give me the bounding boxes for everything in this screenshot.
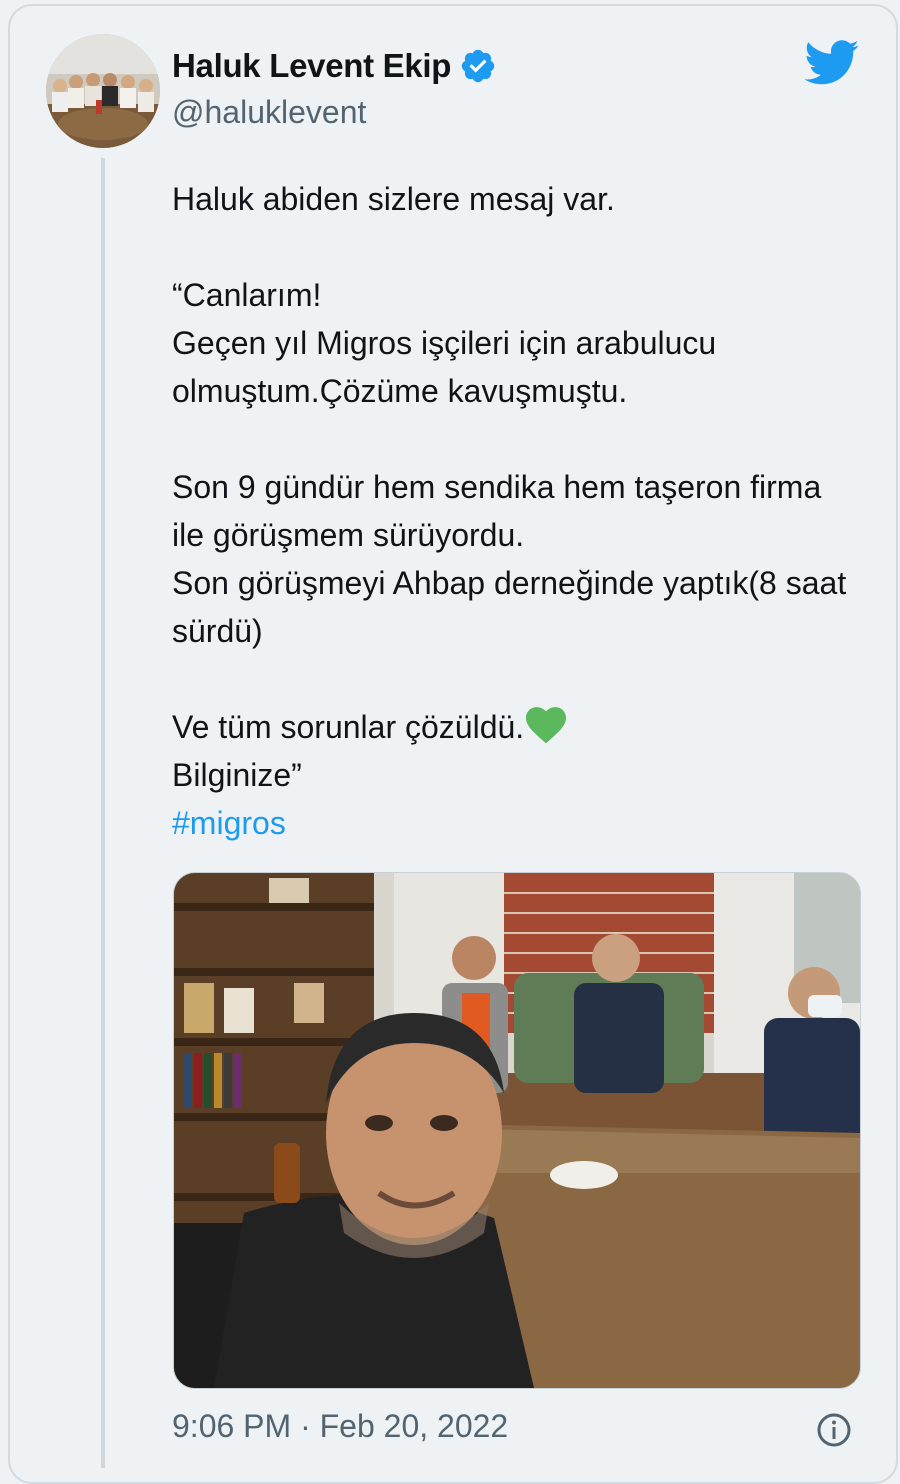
verified-badge-icon <box>461 49 495 83</box>
tweet-timestamp[interactable]: 9:06 PM · Feb 20, 2022 <box>172 1408 508 1445</box>
info-icon[interactable] <box>816 1412 852 1448</box>
photo-illustration <box>174 873 860 1388</box>
author-handle[interactable]: @haluklevent <box>172 94 366 131</box>
tweet-line: Bilginize” <box>172 757 302 793</box>
thread-line <box>101 158 105 1468</box>
twitter-bird-icon[interactable] <box>804 40 860 86</box>
tweet-line: “Canlarım! <box>172 277 322 313</box>
tweet-text: Haluk abiden sizlere mesaj var. “Canları… <box>172 175 852 847</box>
tweet-line: Son 9 gündür hem sendika hem taşeron fir… <box>172 469 822 553</box>
closing-text: Ve tüm sorunlar çözüldü. <box>172 709 525 745</box>
tweet-line: Son görüşmeyi Ahbap derneğinde yaptık(8 … <box>172 565 847 649</box>
tweet-photo[interactable] <box>173 872 861 1389</box>
hashtag-link[interactable]: #migros <box>172 799 852 847</box>
author-display-name[interactable]: Haluk Levent Ekip <box>172 47 451 85</box>
avatar-photo <box>46 34 160 148</box>
tweet-line: Geçen yıl Migros işçileri için arabulucu… <box>172 325 717 409</box>
author-avatar[interactable] <box>46 34 160 148</box>
green-heart-icon <box>526 707 567 744</box>
tweet-line: Haluk abiden sizlere mesaj var. <box>172 181 615 217</box>
tweet-line-closing: Ve tüm sorunlar çözüldü. <box>172 703 852 751</box>
author-name-row[interactable]: Haluk Levent Ekip <box>172 44 497 88</box>
